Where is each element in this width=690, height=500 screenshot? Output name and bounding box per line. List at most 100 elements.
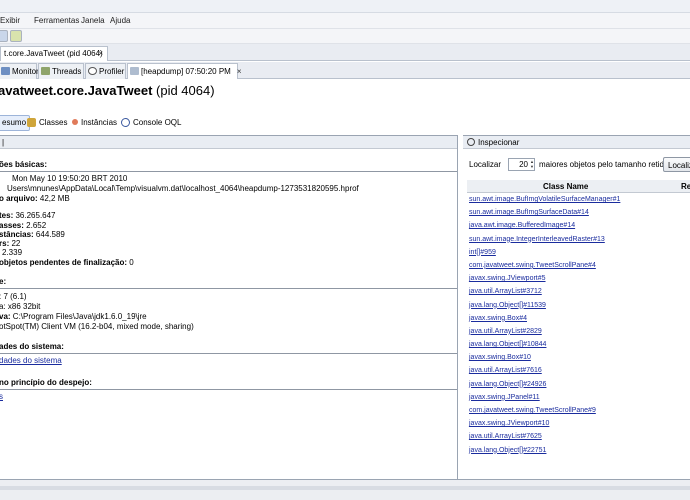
document-tab-bar: t.core.JavaTweet (pid 4064) × <box>0 44 690 61</box>
close-icon[interactable]: × <box>98 49 103 58</box>
total-classes-value: 2.652 <box>26 221 47 230</box>
total-classes-label: asses: <box>0 221 24 230</box>
dump-path: Users\mnunes\AppData\Local\Temp\visualvm… <box>7 184 359 193</box>
close-icon[interactable]: × <box>237 67 242 76</box>
file-size-value: 42,2 MB <box>39 194 70 203</box>
table-row[interactable]: java.util.ArrayList#7625 <box>467 430 690 443</box>
inspect-title: Inspecionar <box>478 138 520 147</box>
tab-classes[interactable]: Classes <box>27 115 67 131</box>
classes-icon <box>27 118 36 127</box>
profiler-icon <box>88 67 97 75</box>
divider <box>0 353 457 354</box>
toolbar-button-1[interactable] <box>0 30 8 42</box>
divider <box>0 288 457 289</box>
table-row[interactable]: javax.swing.JViewport#10 <box>467 417 690 430</box>
biggest-objects-table: Class Name Re sun.awt.image.BufImgVolati… <box>467 180 690 457</box>
table-row[interactable]: javax.swing.Box#10 <box>467 351 690 364</box>
retained-label: maiores objetos pelo tamanho retido: <box>539 160 671 169</box>
environment-title: e: <box>0 277 7 286</box>
table-row[interactable]: sun.awt.image.BufImgVolatileSurfaceManag… <box>467 193 690 206</box>
tab-console-oql-label: Console OQL <box>133 118 182 127</box>
classloaders-label: rs: <box>0 239 10 248</box>
console-icon <box>121 118 130 127</box>
system-properties-link[interactable]: dades do sistema <box>0 356 62 365</box>
window-title-strip <box>0 0 690 13</box>
horizontal-scrollbar[interactable] <box>0 486 690 490</box>
menu-ajuda[interactable]: Ajuda <box>110 16 130 25</box>
table-row[interactable]: com.javatweet.swing.TweetScrollPane#9 <box>467 404 690 417</box>
total-instances-row: stâncias: 644.589 <box>0 230 65 239</box>
table-row[interactable]: java.lang.Object[]#10844 <box>467 338 690 351</box>
toolbar <box>0 29 690 44</box>
finalization-value: 0 <box>129 258 134 267</box>
magnifier-icon <box>467 138 475 146</box>
table-row[interactable]: java.lang.Object[]#22751 <box>467 444 690 457</box>
finalization-row: objetos pendentes de finalização: 0 <box>0 258 134 267</box>
table-row[interactable]: javax.swing.Box#4 <box>467 312 690 325</box>
classloaders-row: rs: 22 <box>0 239 20 248</box>
tab-profiler[interactable]: Profiler <box>85 63 126 79</box>
menu-janela[interactable]: Janela <box>81 16 105 25</box>
threads-link[interactable]: s <box>0 392 3 401</box>
spinner-arrows-icon[interactable]: ▲ ▼ <box>528 159 534 170</box>
java-home-value: C:\Program Files\Java\jdk1.6.0_19\jre <box>12 312 147 321</box>
page-title: avatweet.core.JavaTweet (pid 4064) <box>0 83 215 98</box>
table-row[interactable]: com.javatweet.swing.TweetScrollPane#4 <box>467 259 690 272</box>
tab-heapdump-label: [heapdump] 07:50:20 PM <box>141 67 231 76</box>
document-tab[interactable]: t.core.JavaTweet (pid 4064) × <box>0 46 108 61</box>
table-row[interactable]: java.util.ArrayList#2829 <box>467 325 690 338</box>
table-row[interactable]: sun.awt.image.IntegerInterleavedRaster#1… <box>467 233 690 246</box>
tab-classes-label: Classes <box>39 118 68 127</box>
inspect-pane-header: Inspecionar <box>463 136 690 149</box>
count-value: 20 <box>519 160 528 169</box>
tab-instancias-label: Instâncias <box>81 118 118 127</box>
page-title-pid: (pid 4064) <box>152 83 215 98</box>
locate-label: Localizar <box>469 160 502 169</box>
menu-exibir[interactable]: Exibir <box>0 16 20 25</box>
menu-bar: Exibir Ferramentas Janela Ajuda <box>0 13 690 29</box>
view-tabs: esumo Classes Instâncias Console OQL <box>0 115 690 131</box>
divider <box>0 171 457 172</box>
inspect-pane: Inspecionar Localizar 20 ▲ ▼ maiores obje… <box>463 135 690 479</box>
total-bytes-value: 36.265.647 <box>15 211 56 220</box>
table-row[interactable]: java.lang.Object[]#11539 <box>467 299 690 312</box>
tab-monitor[interactable]: Monitor <box>0 63 39 79</box>
java-home-row: va: C:\Program Files\Java\jdk1.6.0_19\jr… <box>0 312 147 321</box>
window-title-faded <box>0 2 2 9</box>
classloaders-value: 22 <box>11 239 21 248</box>
table-row[interactable]: java.lang.Object[]#24926 <box>467 378 690 391</box>
monitor-icon <box>1 67 10 75</box>
column-class-name[interactable]: Class Name <box>543 182 588 191</box>
file-size-label: o arquivo: <box>0 194 38 203</box>
finalization-label: objetos pendentes de finalização: <box>0 258 128 267</box>
threads-icon <box>41 67 50 75</box>
column-retained[interactable]: Re <box>681 182 690 191</box>
tab-threads-label: Threads <box>52 67 82 76</box>
java-home-label: va: <box>0 312 11 321</box>
tab-console-oql[interactable]: Console OQL <box>121 115 181 131</box>
tab-heapdump[interactable]: [heapdump] 07:50:20 PM × <box>127 63 242 79</box>
tab-resumo[interactable]: esumo <box>0 115 31 131</box>
count-spinner[interactable]: 20 ▲ ▼ <box>508 158 535 171</box>
table-row[interactable]: java.util.ArrayList#7616 <box>467 364 690 377</box>
jvm-line: otSpot(TM) Client VM (16.2-b04, mixed mo… <box>0 322 194 331</box>
table-row[interactable]: java.util.ArrayList#3712 <box>467 285 690 298</box>
table-row[interactable]: java.awt.image.BufferedImage#14 <box>467 219 690 232</box>
locate-button[interactable]: Localiza <box>663 157 690 172</box>
menu-ferramentas[interactable]: Ferramentas <box>34 16 79 25</box>
table-row[interactable]: sun.awt.image.BufImgSurfaceData#14 <box>467 206 690 219</box>
basic-info-title: ões básicas: <box>0 160 48 169</box>
os-line: : 7 (6.1) <box>0 292 27 301</box>
summary-pane: | ões básicas: Mon May 10 19:50:20 BRT 2… <box>0 135 458 479</box>
locate-row: Localizar 20 ▲ ▼ maiores objetos pelo tam… <box>469 157 690 174</box>
gc-roots-value: 2.339 <box>2 248 23 257</box>
table-body: sun.awt.image.BufImgVolatileSurfaceManag… <box>467 193 690 457</box>
table-row[interactable]: int[]#959 <box>467 246 690 259</box>
system-properties-title: ades do sistema: <box>0 342 64 351</box>
tab-threads[interactable]: Threads <box>38 63 84 79</box>
table-row[interactable]: javax.swing.JPanel#11 <box>467 391 690 404</box>
tab-instancias[interactable]: Instâncias <box>72 115 117 131</box>
table-row[interactable]: javax.swing.JViewport#5 <box>467 272 690 285</box>
total-bytes-row: tes: 36.265.647 <box>0 211 56 220</box>
heap-dump-icon[interactable] <box>10 30 22 42</box>
